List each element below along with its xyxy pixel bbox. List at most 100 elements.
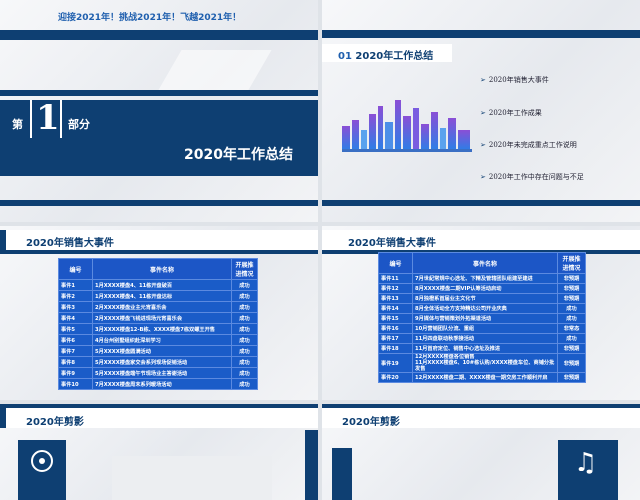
- band-rule: [0, 90, 318, 96]
- event-status: 非预期: [557, 372, 586, 383]
- event-name: 4月台州别墅组织赴深圳学习: [92, 334, 232, 346]
- agenda-item-label: 2020年销售大事件: [488, 76, 549, 84]
- table-row: 事件13 8月独橙系首届业主文化节 非预期: [378, 293, 586, 304]
- table-row: 事件14 8月全体活动全方支持精达公司开业庆典 成功: [378, 303, 586, 314]
- event-id: 事件2: [58, 290, 93, 302]
- table-row: 事件19 12月XXXX楼盘各位销售 11月XXXX楼盘6、10#栋认购/XXXX楼…: [378, 353, 586, 373]
- event-status: 成功: [231, 356, 258, 368]
- event-status: 成功: [231, 345, 258, 357]
- event-status: 成功: [557, 333, 586, 344]
- side-bar: [332, 448, 352, 500]
- event-status: 成功: [231, 279, 258, 291]
- event-name: 9月媒体与营销策划外拓渠道活动: [412, 313, 558, 324]
- side-bar: [305, 430, 318, 500]
- event-id: 事件5: [58, 323, 93, 335]
- city-skyline-illustration: [342, 100, 472, 152]
- section-header: 2020年剪影: [342, 417, 400, 428]
- column-header: 事件名称: [412, 252, 558, 274]
- event-name: 1月XXXX楼盘4、11栋开盘达标: [92, 290, 232, 302]
- event-status: 非预期: [557, 273, 586, 284]
- slide-2-agenda[interactable]: 01 2020年工作总结 ➢ 2020年销售大事件 ➢ 2020年工作成果 ➢ 202…: [322, 0, 640, 222]
- event-id: 事件14: [378, 303, 413, 314]
- slide-6-photos[interactable]: 2020年剪影 ♫: [322, 404, 640, 500]
- photo-placeholder: [112, 456, 272, 500]
- bottom-rule: [322, 200, 640, 206]
- column-header: 开展推进情况: [231, 258, 258, 280]
- event-name: 5月XXXX楼盘圆满活动: [92, 345, 232, 357]
- agenda-item-label: 2020年工作成果: [488, 109, 542, 117]
- table-row: 事件12 8月XXXX楼盘二期VIP认筹活动启动 非预期: [378, 283, 586, 294]
- table-row: 事件10 7月XXXX楼盘周末系列暖场活动 成功: [58, 378, 258, 390]
- event-name: 3月XXXX楼盘12-B栋、XXXX楼盘7栋双螺王开售: [92, 323, 232, 335]
- event-id: 事件4: [58, 312, 93, 324]
- event-status: 成功: [557, 313, 586, 324]
- disc-icon: [31, 450, 53, 472]
- part-suffix: 部分: [68, 118, 90, 131]
- event-name: 12月XXXX楼盘二期、XXXX楼盘一期交房工作顺利开启: [412, 372, 558, 383]
- table-row: 事件7 5月XXXX楼盘圆满活动 成功: [58, 345, 258, 357]
- event-name: 10月营销团队分流、重组: [412, 323, 558, 334]
- table-row: 事件20 12月XXXX楼盘二期、XXXX楼盘一期交房工作顺利开启 非预期: [378, 372, 586, 383]
- slide-1-part-cover[interactable]: 迎接2021年！挑战2021年！飞越2021年！ 第 1 部分 2020年工作总…: [0, 0, 318, 222]
- event-id: 事件12: [378, 283, 413, 294]
- event-id: 事件11: [378, 273, 413, 284]
- event-name: 8月全体活动全方支持精达公司开业庆典: [412, 303, 558, 314]
- event-name: 8月XXXX楼盘二期VIP认筹活动启动: [412, 283, 558, 294]
- event-id: 事件17: [378, 333, 413, 344]
- music-note-icon: ♫: [574, 448, 598, 478]
- header-tab: [0, 408, 6, 428]
- table-row: 事件11 7月世紀常規中心选址、下精及管辖团队组建至建进 非预期: [378, 273, 586, 284]
- chevron-right-icon: ➢: [480, 173, 486, 181]
- slogan: 迎接2021年！挑战2021年！飞越2021年！: [58, 13, 242, 23]
- events-table: 编号 事件名称 开展推进情况 事件11 7月世紀常規中心选址、下精及管辖团队组建至…: [378, 252, 586, 383]
- chevron-right-icon: ➢: [480, 141, 486, 149]
- event-name: 2月XXXX楼盘飞钱进现场元宵喜乐会: [92, 312, 232, 324]
- table-row: 事件2 1月XXXX楼盘4、11栋开盘达标 成功: [58, 290, 258, 302]
- table-row: 事件6 4月台州别墅组织赴深圳学习 成功: [58, 334, 258, 346]
- section-header: 2020年剪影: [26, 417, 84, 428]
- event-status: 非预期: [557, 283, 586, 294]
- event-status: 成功: [557, 303, 586, 314]
- event-name: 1月XXXX楼盘4、11栋开盘破百: [92, 279, 232, 291]
- agenda-item[interactable]: ➢ 2020年未完成重点工作说明: [480, 140, 577, 150]
- event-status: 成功: [231, 323, 258, 335]
- event-status: 成功: [231, 290, 258, 302]
- header-tab: [0, 230, 6, 250]
- event-status: 非常态: [557, 323, 586, 334]
- table-row: 事件5 3月XXXX楼盘12-B栋、XXXX楼盘7栋双螺王开售 成功: [58, 323, 258, 335]
- event-name: 7月XXXX楼盘周末系列暖场活动: [92, 378, 232, 390]
- table-row: 事件15 9月媒体与营销策划外拓渠道活动 成功: [378, 313, 586, 324]
- event-id: 事件15: [378, 313, 413, 324]
- table-row: 事件16 10月营销团队分流、重组 非常态: [378, 323, 586, 334]
- table-row: 事件17 11月四盘联动秋季接活动 成功: [378, 333, 586, 344]
- agenda-header-number: 01: [338, 51, 352, 62]
- part-number: 1: [36, 98, 60, 138]
- event-name: 11月首府定位、销售中心选址及推进: [412, 343, 558, 354]
- event-id: 事件3: [58, 301, 93, 313]
- event-name: 7月世紀常規中心选址、下精及管辖团队组建至建进: [412, 273, 558, 284]
- event-id: 事件6: [58, 334, 93, 346]
- agenda-item[interactable]: ➢ 2020年工作成果: [480, 108, 542, 118]
- column-header: 编号: [58, 258, 93, 280]
- event-status: 成功: [231, 301, 258, 313]
- event-status: 成功: [231, 378, 258, 390]
- chevron-right-icon: ➢: [480, 76, 486, 84]
- top-rule: [0, 30, 318, 40]
- event-status: 非预期: [557, 353, 586, 373]
- event-status: 成功: [231, 312, 258, 324]
- slide-3-sales-events[interactable]: 2020年销售大事件 编号 事件名称 开展推进情况 事件1 1月XXXX楼盘4、1…: [0, 226, 318, 400]
- event-id: 事件19: [378, 353, 413, 373]
- slide-5-photos[interactable]: 2020年剪影: [0, 404, 318, 500]
- bottom-rule: [0, 200, 318, 206]
- event-name: 5月XXXX楼盘家交会系列现场促销活动: [92, 356, 232, 368]
- header-rule: [0, 250, 318, 254]
- section-header: 2020年销售大事件: [348, 238, 436, 249]
- agenda-item[interactable]: ➢ 2020年工作中存在问题与不足: [480, 172, 584, 182]
- event-status: 成功: [231, 367, 258, 379]
- slide-4-sales-events[interactable]: 2020年销售大事件 编号 事件名称 开展推进情况 事件11 7月世紀常規中心选址…: [322, 226, 640, 400]
- event-status: 非预期: [557, 343, 586, 354]
- agenda-item[interactable]: ➢ 2020年销售大事件: [480, 75, 549, 85]
- event-id: 事件18: [378, 343, 413, 354]
- table-row: 事件1 1月XXXX楼盘4、11栋开盘破百 成功: [58, 279, 258, 291]
- chevron-right-icon: ➢: [480, 109, 486, 117]
